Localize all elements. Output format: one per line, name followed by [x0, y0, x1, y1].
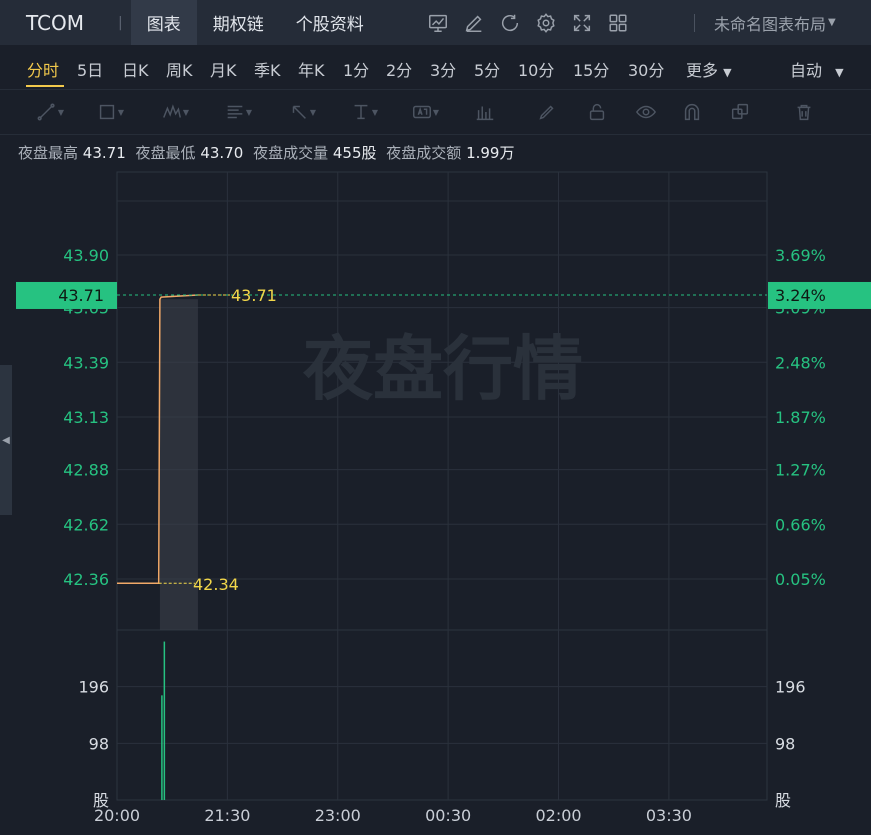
price-tick-label: 43.90: [63, 246, 109, 265]
time-tick-label: 00:30: [425, 806, 471, 825]
watermark-text: 夜盘行情: [302, 328, 583, 410]
percent-tick-label: 0.66%: [775, 515, 826, 534]
price-tick-label: 42.62: [63, 515, 109, 534]
high-price-label: 43.71: [231, 286, 277, 305]
price-tick-label: 43.13: [63, 408, 109, 427]
intraday-chart[interactable]: 夜盘行情42.3443.7143.9043.6543.3943.1342.884…: [0, 0, 871, 835]
percent-tick-label: 1.87%: [775, 408, 826, 427]
time-tick-label: 02:00: [535, 806, 581, 825]
percent-tick-label: 1.27%: [775, 461, 826, 480]
volume-tick-label-right: 196: [775, 678, 806, 697]
price-tick-label: 42.36: [63, 570, 109, 589]
volume-tick-label: 196: [78, 678, 109, 697]
percent-tick-label: 3.69%: [775, 246, 826, 265]
price-tick-label: 43.39: [63, 353, 109, 372]
volume-bar: [163, 641, 166, 800]
time-tick-label: 20:00: [94, 806, 140, 825]
volume-tick-label-right: 98: [775, 734, 795, 753]
volume-tick-label-right: 股: [775, 791, 791, 810]
volume-bar: [161, 695, 163, 800]
plot-frame: [116, 171, 768, 801]
percent-tick-label: 0.05%: [775, 570, 826, 589]
low-price-label: 42.34: [193, 575, 239, 594]
side-panel-toggle[interactable]: ◀: [0, 365, 12, 515]
time-tick-label: 03:30: [646, 806, 692, 825]
time-tick-label: 23:00: [315, 806, 361, 825]
price-tick-label: 42.88: [63, 461, 109, 480]
volume-tick-label: 98: [89, 734, 109, 753]
time-tick-label: 21:30: [204, 806, 250, 825]
current-price-badge-text: 43.71: [58, 286, 104, 305]
current-percent-badge-text: 3.24%: [775, 286, 826, 305]
percent-tick-label: 2.48%: [775, 353, 826, 372]
chevron-left-icon: ◀: [2, 434, 10, 446]
